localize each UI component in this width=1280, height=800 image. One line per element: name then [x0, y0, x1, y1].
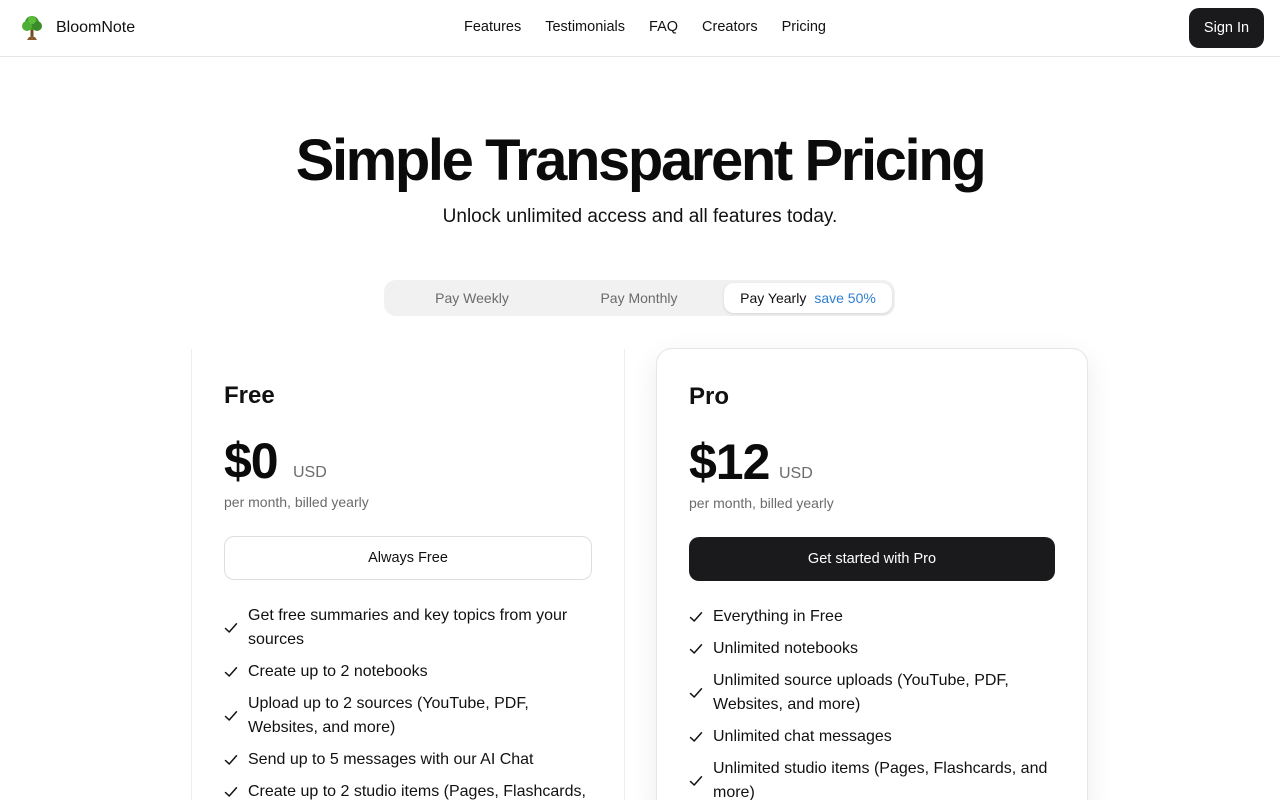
feature-item: Everything in Free	[689, 605, 1055, 629]
pro-plan-card: Pro $12 USD per month, billed yearly Get…	[656, 348, 1088, 800]
nav-testimonials[interactable]: Testimonials	[545, 19, 625, 35]
nav-creators[interactable]: Creators	[702, 19, 758, 35]
nav-pricing[interactable]: Pricing	[782, 19, 826, 35]
free-feature-list: Get free summaries and key topics from y…	[224, 604, 592, 800]
plan-currency: USD	[779, 465, 813, 482]
feature-item: Send up to 5 messages with our AI Chat	[224, 748, 592, 772]
page-title: Simple Transparent Pricing	[295, 128, 987, 193]
feature-item: Create up to 2 notebooks	[224, 660, 592, 684]
feature-text: Unlimited chat messages	[713, 728, 892, 745]
check-icon	[224, 667, 238, 677]
feature-text: Unlimited studio items (Pages, Flashcard…	[713, 760, 1048, 800]
nav-faq[interactable]: FAQ	[649, 19, 678, 35]
nav-features[interactable]: Features	[464, 19, 521, 35]
feature-text: Everything in Free	[713, 608, 843, 625]
pay-weekly-label: Pay Weekly	[435, 290, 509, 306]
check-icon	[689, 776, 703, 786]
tree-icon[interactable]	[21, 15, 43, 41]
feature-item: Upload up to 2 sources (YouTube, PDF, We…	[224, 692, 592, 740]
save-badge: save 50%	[814, 290, 876, 306]
check-icon	[224, 623, 238, 633]
feature-item: Unlimited studio items (Pages, Flashcard…	[689, 757, 1055, 800]
get-started-pro-button[interactable]: Get started with Pro	[689, 537, 1055, 581]
feature-text: Get free summaries and key topics from y…	[248, 607, 568, 648]
plan-price: $12	[689, 434, 770, 490]
brand-name[interactable]: BloomNote	[56, 19, 135, 37]
feature-item: Unlimited notebooks	[689, 637, 1055, 661]
plan-name: Pro	[689, 383, 730, 410]
pro-feature-list: Everything in Free Unlimited notebooks U…	[689, 605, 1055, 800]
billing-note: per month, billed yearly	[689, 495, 834, 511]
check-icon	[689, 732, 703, 742]
page-subtitle: Unlock unlimited access and all features…	[442, 206, 838, 227]
feature-text: Create up to 2 studio items (Pages, Flas…	[248, 783, 586, 800]
plan-currency: USD	[293, 464, 327, 481]
feature-text: Unlimited notebooks	[713, 640, 858, 657]
pay-yearly-option[interactable]: Pay Yearly save 50%	[724, 283, 892, 313]
plan-name: Free	[224, 382, 275, 409]
feature-text: Create up to 2 notebooks	[248, 663, 428, 680]
pay-weekly-option[interactable]: Pay Weekly	[387, 283, 557, 313]
check-icon	[689, 644, 703, 654]
check-icon	[224, 787, 238, 797]
pay-yearly-label: Pay Yearly	[740, 290, 807, 306]
check-icon	[689, 612, 703, 622]
sign-in-button[interactable]: Sign In	[1189, 8, 1264, 48]
feature-text: Upload up to 2 sources (YouTube, PDF, We…	[248, 695, 529, 736]
check-icon	[224, 755, 238, 765]
top-nav-bar: BloomNote Features Testimonials FAQ Crea…	[0, 0, 1280, 57]
pay-monthly-option[interactable]: Pay Monthly	[554, 283, 724, 313]
feature-item: Unlimited chat messages	[689, 725, 1055, 749]
feature-text: Send up to 5 messages with our AI Chat	[248, 751, 534, 768]
billing-note: per month, billed yearly	[224, 494, 369, 510]
feature-item: Unlimited source uploads (YouTube, PDF, …	[689, 669, 1055, 717]
pay-monthly-label: Pay Monthly	[600, 290, 678, 306]
always-free-button[interactable]: Always Free	[224, 536, 592, 580]
billing-period-toggle: Pay Weekly Pay Monthly Pay Yearly save 5…	[384, 280, 895, 316]
feature-item: Create up to 2 studio items (Pages, Flas…	[224, 780, 592, 800]
feature-text: Unlimited source uploads (YouTube, PDF, …	[713, 672, 1009, 713]
check-icon	[689, 688, 703, 698]
plan-price: $0	[224, 433, 279, 489]
free-plan-card: Free $0 USD per month, billed yearly Alw…	[191, 349, 625, 800]
feature-item: Get free summaries and key topics from y…	[224, 604, 592, 652]
check-icon	[224, 711, 238, 721]
main-nav: Features Testimonials FAQ Creators Prici…	[464, 19, 826, 35]
